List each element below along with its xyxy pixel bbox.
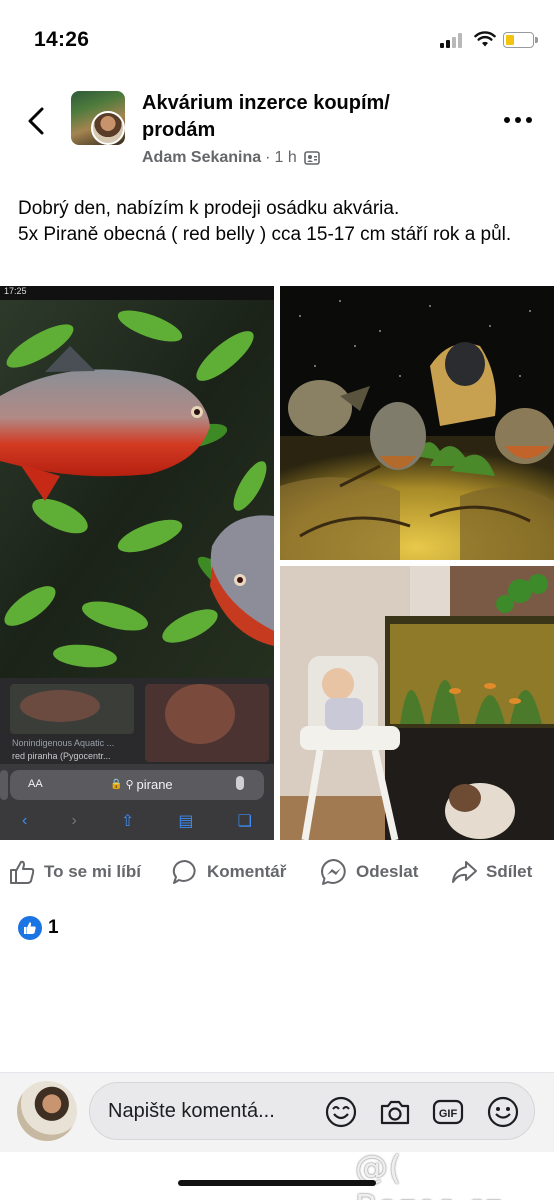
mic-icon	[236, 776, 244, 790]
reaction-count: 1	[48, 917, 59, 938]
share-icon	[452, 861, 477, 883]
comment-label: Komentář	[207, 862, 287, 881]
user-avatar[interactable]	[17, 1081, 77, 1141]
post-time[interactable]: 1 h	[274, 149, 296, 167]
reactions-summary[interactable]: 1	[18, 916, 59, 940]
author-avatar-small	[91, 111, 125, 145]
back-button[interactable]	[18, 100, 54, 142]
svg-text:GIF: GIF	[439, 1108, 458, 1120]
like-label: To se mi líbí	[44, 862, 141, 881]
overlay-back-icon: ‹	[22, 812, 28, 829]
avatar-sticker-icon[interactable]	[324, 1095, 358, 1129]
send-label: Odeslat	[356, 862, 419, 881]
search-glass-icon: ⚲	[125, 779, 134, 791]
post-photo-aquarium-room[interactable]	[280, 566, 554, 840]
post-meta: Adam Sekanina · 1 h	[142, 149, 320, 167]
home-indicator[interactable]	[178, 1180, 376, 1186]
like-button[interactable]: To se mi líbí	[8, 850, 141, 894]
overlay-aa: AA	[28, 778, 43, 790]
group-title[interactable]: Akvárium inzerce koupím/ prodám	[142, 90, 462, 144]
more-options-button[interactable]	[498, 108, 538, 132]
comment-composer: Napište komentá... GIF	[0, 1072, 554, 1152]
send-button[interactable]: Odeslat	[320, 850, 418, 894]
share-button[interactable]: Sdílet	[450, 850, 532, 894]
comment-input[interactable]: Napište komentá... GIF	[89, 1082, 535, 1140]
overlay-clock: 17:25	[4, 286, 27, 296]
overlay-query: pirane	[136, 777, 173, 792]
author-name[interactable]: Adam Sekanina	[142, 149, 261, 167]
overlay-toolbar: ‹ › ⇧ ▤ ❏	[0, 808, 274, 834]
watermark: @( Bazos.cz	[355, 1148, 502, 1200]
emoji-icon[interactable]	[486, 1095, 520, 1129]
more-icon	[504, 117, 532, 123]
lock-icon: 🔒	[110, 779, 123, 790]
overlay-caption-2: red piranha (Pygocentr...	[12, 751, 111, 761]
like-reaction-icon	[18, 916, 42, 940]
overlay-forward-icon: ›	[71, 812, 77, 829]
comment-button[interactable]: Komentář	[171, 850, 286, 894]
status-time: 14:26	[34, 28, 90, 51]
post-text-line: 5x Piraně obecná ( red belly ) cca 15-17…	[18, 224, 512, 245]
status-bar: 14:26	[0, 0, 554, 80]
back-arrow-icon	[28, 107, 44, 135]
messenger-icon	[321, 859, 346, 885]
post-text-line: Dobrý den, nabízím k prodeji osádku akvá…	[18, 198, 400, 219]
comment-placeholder: Napište komentá...	[108, 1100, 275, 1122]
share-label: Sdílet	[486, 862, 533, 881]
comment-icon	[172, 859, 196, 884]
overlay-caption: Nonindigenous Aquatic ...	[12, 738, 115, 748]
overlay-tabs-icon: ❏	[237, 813, 252, 830]
wifi-icon	[474, 31, 496, 47]
aquarium-room-illustration	[280, 566, 554, 840]
meta-separator: ·	[265, 149, 271, 166]
group-avatar[interactable]	[71, 91, 125, 145]
post-photo-piranha-screenshot[interactable]: 17:25 Nonindigenous Aquatic ... red pira…	[0, 286, 274, 840]
camera-icon[interactable]	[378, 1095, 412, 1129]
overlay-bookmarks-icon: ▤	[178, 813, 194, 830]
like-icon	[10, 860, 35, 884]
overlay-share-icon: ⇧	[120, 813, 135, 830]
aquarium-fish-illustration	[280, 286, 554, 560]
post-actions-bar: To se mi líbí Komentář Odeslat Sdílet	[0, 850, 554, 894]
group-privacy-icon	[303, 151, 320, 165]
gif-icon[interactable]: GIF	[431, 1095, 465, 1129]
cellular-signal-icon	[440, 33, 466, 48]
post-photo-aquarium-fish[interactable]	[280, 286, 554, 560]
post-text: Dobrý den, nabízím k prodeji osádku akvá…	[18, 196, 538, 248]
overlay-address: 🔒 ⚲ pirane	[110, 777, 173, 792]
battery-icon	[503, 32, 538, 48]
